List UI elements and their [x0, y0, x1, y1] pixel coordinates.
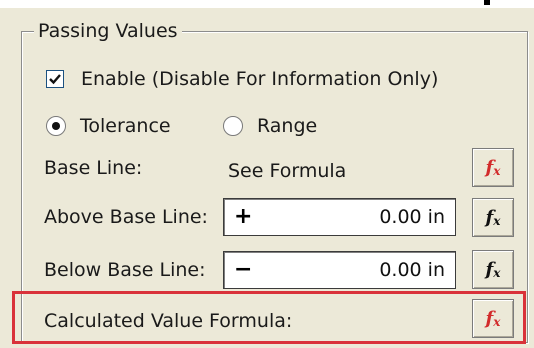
function-icon: fx — [485, 259, 501, 280]
below-base-line-label: Below Base Line: — [44, 259, 206, 281]
range-label[interactable]: Range — [257, 114, 317, 138]
passing-values-panel: Passing Values Enable (Disable For Infor… — [0, 0, 534, 348]
enable-label[interactable]: Enable (Disable For Information Only) — [81, 67, 438, 91]
function-icon: fx — [485, 157, 501, 178]
base-line-value: See Formula — [228, 160, 347, 182]
minus-sign: − — [234, 257, 253, 282]
enable-checkbox[interactable] — [46, 70, 64, 88]
highlight-box — [12, 291, 526, 344]
below-base-line-value: 0.00 in — [379, 259, 445, 281]
below-base-line-formula-button[interactable]: fx — [472, 250, 514, 289]
top-edge-mark — [484, 0, 490, 5]
tolerance-radio[interactable] — [46, 116, 66, 136]
base-line-label: Base Line: — [44, 157, 143, 179]
group-title: Passing Values — [34, 19, 182, 43]
function-icon: fx — [485, 207, 501, 228]
tolerance-label[interactable]: Tolerance — [80, 114, 171, 138]
above-base-line-label: Above Base Line: — [44, 206, 208, 228]
check-icon — [49, 74, 61, 85]
top-edge — [0, 0, 534, 8]
above-base-line-formula-button[interactable]: fx — [472, 198, 514, 237]
above-base-line-input[interactable]: + 0.00 in — [223, 198, 456, 236]
plus-sign: + — [234, 204, 253, 229]
base-line-formula-button[interactable]: fx — [472, 148, 514, 187]
below-base-line-input[interactable]: − 0.00 in — [223, 251, 456, 289]
above-base-line-value: 0.00 in — [379, 206, 445, 228]
range-radio[interactable] — [223, 116, 243, 136]
